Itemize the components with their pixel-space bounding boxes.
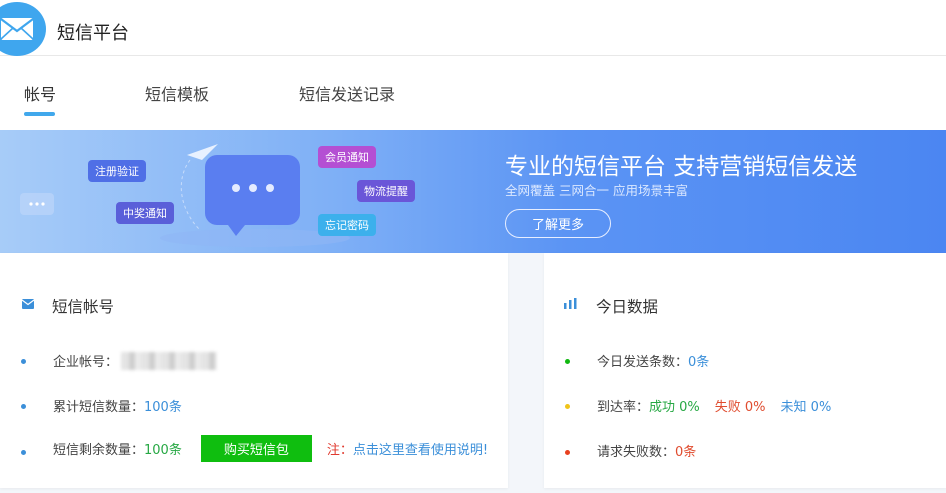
sent-today-row: 今日发送条数： 0条 <box>597 351 709 370</box>
enterprise-account-masked <box>121 351 218 370</box>
today-data-card: 今日数据 今日发送条数： 0条 到达率： 成功 0% 失败 0% 未知 0% 请… <box>544 253 946 488</box>
bullet-dot <box>21 450 26 455</box>
failed-requests-row: 请求失败数： 0条 <box>597 441 696 460</box>
total-sms-row: 累计短信数量： 100条 <box>53 396 182 415</box>
learn-more-button[interactable]: 了解更多 <box>505 209 611 238</box>
bubble-forgot-password: 忘记密码 <box>318 214 376 236</box>
fail-rate: 失败 0% <box>714 400 766 415</box>
bubble-logistics-alert: 物流提醒 <box>357 180 415 202</box>
bar-chart-icon <box>564 298 577 309</box>
failed-requests-label: 请求失败数： <box>597 445 676 460</box>
bullet-dot <box>21 359 26 364</box>
unknown-rate: 未知 0% <box>780 400 832 415</box>
bullet-dot-yellow <box>565 404 570 409</box>
bullet-dot <box>21 404 26 409</box>
tab-account[interactable]: 帐号 <box>24 81 56 105</box>
note-label: 注： <box>326 443 353 458</box>
promo-banner: 注册验证 中奖通知 会员通知 物流提醒 忘记密码 专业的短信平台 支持营销短信发… <box>0 130 946 253</box>
today-data-title: 今日数据 <box>596 298 659 316</box>
bubble-prize-notice: 中奖通知 <box>116 202 174 224</box>
enterprise-account-row: 企业帐号： <box>53 351 218 370</box>
tab-bar: 帐号 短信模板 短信发送记录 <box>0 56 946 130</box>
bubble-member-notice: 会员通知 <box>318 146 376 168</box>
active-tab-indicator <box>24 112 55 116</box>
bullet-dot-red <box>565 450 570 455</box>
remaining-sms-label: 短信剩余数量： <box>53 443 145 458</box>
usage-guide-link[interactable]: 点击这里查看使用说明! <box>353 439 488 458</box>
bullet-dot-green <box>565 359 570 364</box>
banner-illustration <box>20 144 350 247</box>
buy-sms-package-button[interactable]: 购买短信包 <box>200 435 312 462</box>
sms-account-card: 短信帐号 企业帐号： 累计短信数量： 100条 短信剩余数量： 100条 购买短… <box>0 253 508 488</box>
sent-today-label: 今日发送条数： <box>597 355 689 370</box>
tab-sms-templates[interactable]: 短信模板 <box>145 81 209 105</box>
remaining-sms-row: 短信剩余数量： 100条 购买短信包 注： 点击这里查看使用说明! <box>53 435 488 462</box>
tab-send-records[interactable]: 短信发送记录 <box>299 81 395 105</box>
app-header: 短信平台 <box>0 0 946 56</box>
arrival-rate-row: 到达率： 成功 0% 失败 0% 未知 0% <box>597 396 831 415</box>
success-rate: 成功 0% <box>649 400 700 415</box>
mail-icon <box>22 299 34 309</box>
enterprise-account-label: 企业帐号： <box>53 355 119 370</box>
banner-headline: 专业的短信平台 支持营销短信发送 <box>505 154 858 180</box>
app-title: 短信平台 <box>57 23 129 44</box>
remaining-sms-value: 100条 <box>144 443 182 458</box>
envelope-icon <box>0 2 46 56</box>
banner-subtitle: 全网覆盖 三网合一 应用场景丰富 <box>505 183 688 198</box>
total-sms-value: 100条 <box>144 400 182 415</box>
sms-account-title: 短信帐号 <box>52 298 115 316</box>
bubble-register-verify: 注册验证 <box>88 160 146 182</box>
sent-today-value: 0条 <box>688 355 710 370</box>
total-sms-label: 累计短信数量： <box>53 400 145 415</box>
arrival-rate-label: 到达率： <box>597 400 650 415</box>
failed-requests-value: 0条 <box>675 445 697 460</box>
